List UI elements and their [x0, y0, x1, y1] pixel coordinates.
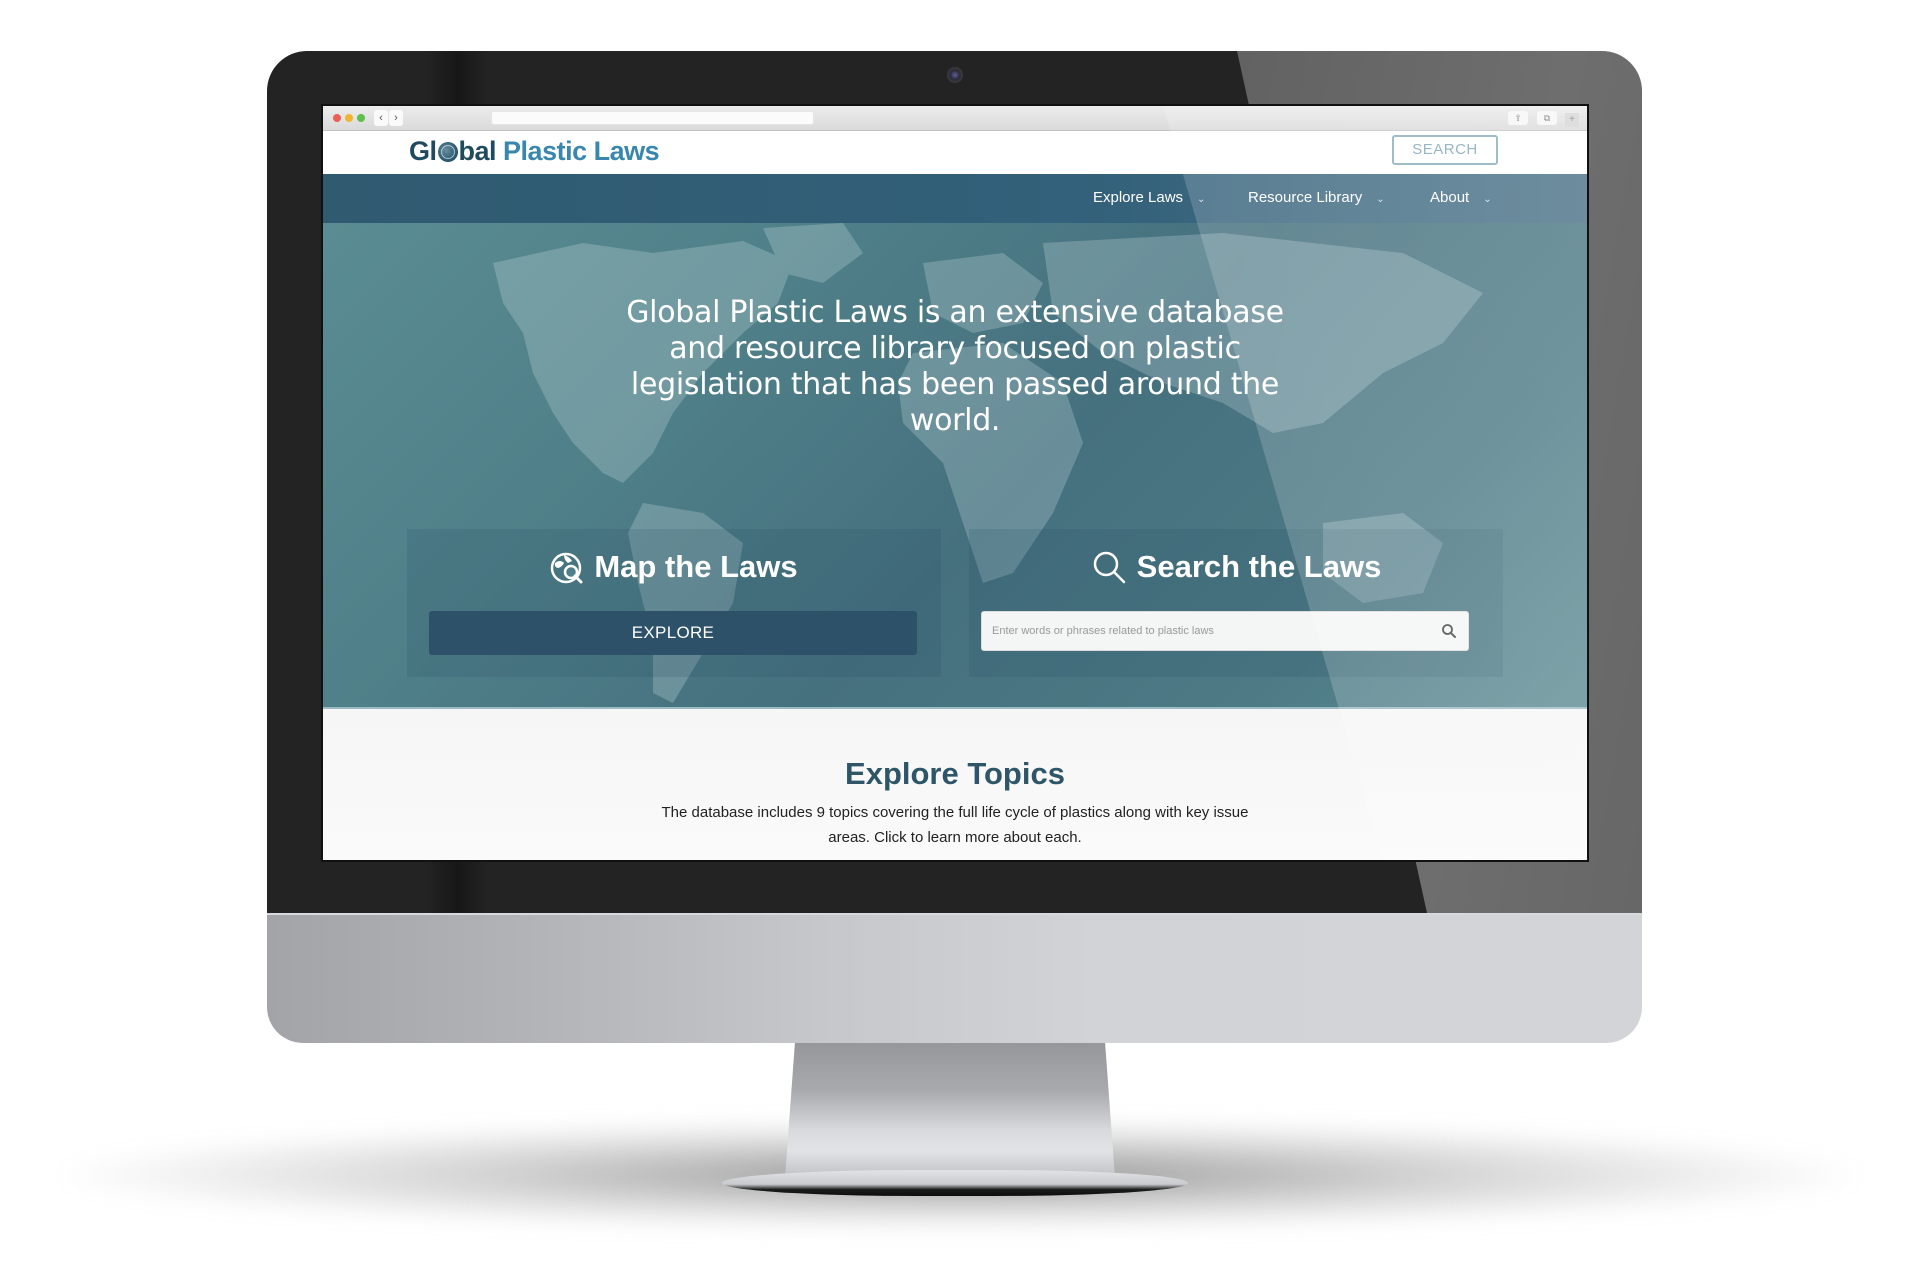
maximize-window-button[interactable]	[357, 114, 365, 122]
chevron-down-icon: ⌄	[1376, 194, 1385, 205]
share-icon[interactable]: ⇪	[1508, 111, 1528, 125]
map-the-laws-title: Map the Laws	[407, 549, 941, 593]
back-button[interactable]: ‹	[374, 110, 388, 126]
logo-text-gl: Gl	[409, 136, 437, 166]
nav-item-label: Explore Laws	[1093, 189, 1184, 206]
law-search-input[interactable]	[982, 612, 1422, 650]
chevron-down-icon: ⌄	[1483, 194, 1492, 205]
monitor-stand-base	[722, 1170, 1188, 1196]
search-submit-icon[interactable]	[1441, 623, 1457, 639]
law-search-field	[981, 611, 1469, 651]
header-search-button[interactable]: SEARCH	[1392, 135, 1498, 165]
logo-text-plastic-laws: Plastic Laws	[503, 136, 660, 166]
address-bar[interactable]	[491, 111, 814, 125]
globe-icon	[437, 142, 458, 162]
webcam-icon	[947, 67, 963, 83]
nav-item-label: Resource Library	[1248, 189, 1363, 206]
minimize-window-button[interactable]	[345, 114, 353, 122]
explore-topics-section: Explore Topics The database includes 9 t…	[323, 707, 1587, 860]
globe-search-icon	[550, 551, 584, 593]
hero-section: Global Plastic Laws is an extensive data…	[323, 223, 1587, 707]
forward-button[interactable]: ›	[389, 110, 403, 126]
map-the-laws-label: Map the Laws	[594, 549, 798, 584]
search-the-laws-panel: Search the Laws	[969, 529, 1503, 677]
tabs-overview-icon[interactable]: ⧉	[1537, 111, 1557, 125]
site-logo[interactable]: Gl bal Plastic Laws	[409, 136, 660, 167]
explore-topics-heading: Explore Topics	[845, 756, 1065, 791]
main-navigation: Explore Laws ⌄ Resource Library ⌄ About ⌄	[323, 174, 1587, 223]
nav-item-explore-laws[interactable]: Explore Laws ⌄	[1093, 189, 1205, 206]
site-header: Gl bal Plastic Laws SEARCH	[323, 131, 1587, 174]
explore-button[interactable]: EXPLORE	[429, 611, 917, 655]
browser-window: ‹ › ⇪ ⧉ + Gl bal Plastic Laws SEARCH Expl…	[323, 106, 1587, 860]
search-the-laws-title: Search the Laws	[969, 549, 1503, 593]
new-tab-button[interactable]: +	[1565, 113, 1579, 127]
explore-topics-description: The database includes 9 topics covering …	[661, 804, 1249, 846]
search-icon	[1091, 549, 1127, 593]
browser-toolbar: ‹ › ⇪ ⧉ +	[323, 106, 1587, 131]
nav-item-resource-library[interactable]: Resource Library ⌄	[1248, 189, 1385, 206]
close-window-button[interactable]	[333, 114, 341, 122]
map-the-laws-panel: Map the Laws EXPLORE	[407, 529, 941, 677]
chevron-down-icon: ⌄	[1197, 194, 1206, 205]
search-the-laws-label: Search the Laws	[1136, 549, 1382, 584]
hero-description: Global Plastic Laws is an extensive data…	[626, 295, 1284, 438]
monitor-chin	[267, 913, 1642, 1043]
logo-text-bal: bal	[458, 136, 497, 166]
nav-item-about[interactable]: About ⌄	[1430, 189, 1492, 206]
monitor-stand	[785, 1043, 1115, 1178]
nav-item-label: About	[1430, 189, 1470, 206]
